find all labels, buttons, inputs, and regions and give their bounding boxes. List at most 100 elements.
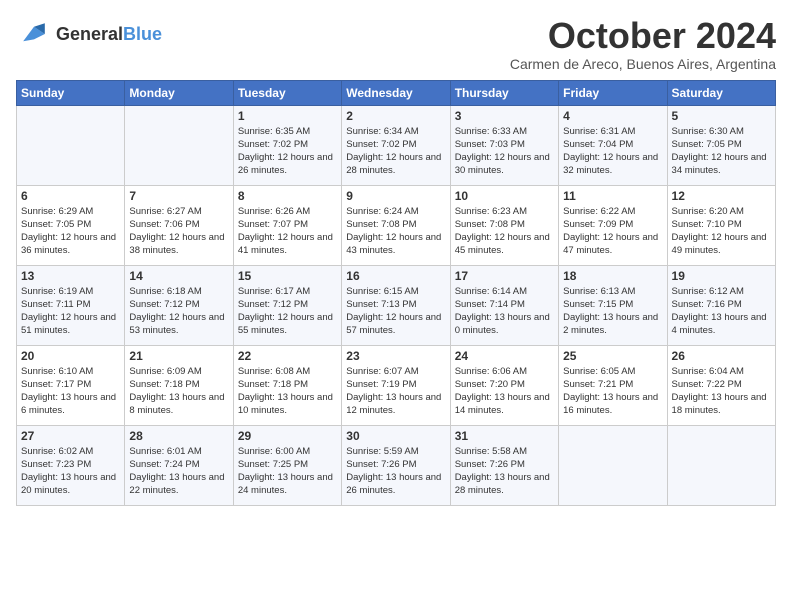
calendar-cell (125, 105, 233, 185)
day-number: 14 (129, 269, 228, 283)
calendar-week-3: 13 Sunrise: 6:19 AM Sunset: 7:11 PM Dayli… (17, 265, 776, 345)
day-header-sunday: Sunday (17, 80, 125, 105)
day-number: 24 (455, 349, 554, 363)
title-block: October 2024 Carmen de Areco, Buenos Air… (510, 16, 776, 72)
day-number: 13 (21, 269, 120, 283)
logo: GeneralBlue (16, 16, 162, 52)
day-info: Sunrise: 6:33 AM Sunset: 7:03 PM Dayligh… (455, 125, 554, 178)
day-header-tuesday: Tuesday (233, 80, 341, 105)
day-info: Sunrise: 6:18 AM Sunset: 7:12 PM Dayligh… (129, 285, 228, 338)
day-number: 29 (238, 429, 337, 443)
calendar-cell: 30 Sunrise: 5:59 AM Sunset: 7:26 PM Dayli… (342, 425, 450, 505)
calendar-cell: 7 Sunrise: 6:27 AM Sunset: 7:06 PM Daylig… (125, 185, 233, 265)
day-info: Sunrise: 6:04 AM Sunset: 7:22 PM Dayligh… (672, 365, 771, 418)
day-info: Sunrise: 6:34 AM Sunset: 7:02 PM Dayligh… (346, 125, 445, 178)
calendar-cell: 18Sunrise: 6:13 AM Sunset: 7:15 PM Dayli… (559, 265, 667, 345)
day-number: 22 (238, 349, 337, 363)
day-info: Sunrise: 6:02 AM Sunset: 7:23 PM Dayligh… (21, 445, 120, 498)
day-number: 16 (346, 269, 445, 283)
day-info: Sunrise: 6:23 AM Sunset: 7:08 PM Dayligh… (455, 205, 554, 258)
calendar-week-5: 27Sunrise: 6:02 AM Sunset: 7:23 PM Dayli… (17, 425, 776, 505)
day-info: Sunrise: 6:00 AM Sunset: 7:25 PM Dayligh… (238, 445, 337, 498)
day-number: 10 (455, 189, 554, 203)
calendar-cell: 31 Sunrise: 5:58 AM Sunset: 7:26 PM Dayli… (450, 425, 558, 505)
day-info: Sunrise: 6:30 AM Sunset: 7:05 PM Dayligh… (672, 125, 771, 178)
calendar-cell: 19 Sunrise: 6:12 AM Sunset: 7:16 PM Dayli… (667, 265, 775, 345)
calendar-cell: 24 Sunrise: 6:06 AM Sunset: 7:20 PM Dayli… (450, 345, 558, 425)
day-info: Sunrise: 6:20 AM Sunset: 7:10 PM Dayligh… (672, 205, 771, 258)
calendar-cell (667, 425, 775, 505)
day-info: Sunrise: 6:26 AM Sunset: 7:07 PM Dayligh… (238, 205, 337, 258)
calendar-cell: 12 Sunrise: 6:20 AM Sunset: 7:10 PM Dayli… (667, 185, 775, 265)
day-number: 8 (238, 189, 337, 203)
day-info: Sunrise: 6:22 AM Sunset: 7:09 PM Dayligh… (563, 205, 662, 258)
day-header-monday: Monday (125, 80, 233, 105)
day-number: 30 (346, 429, 445, 443)
day-info: Sunrise: 6:17 AM Sunset: 7:12 PM Dayligh… (238, 285, 337, 338)
calendar-cell (559, 425, 667, 505)
calendar-cell: 6 Sunrise: 6:29 AM Sunset: 7:05 PM Daylig… (17, 185, 125, 265)
page-header: GeneralBlue October 2024 Carmen de Areco… (16, 16, 776, 72)
day-number: 19 (672, 269, 771, 283)
day-number: 4 (563, 109, 662, 123)
calendar-cell: 20Sunrise: 6:10 AM Sunset: 7:17 PM Dayli… (17, 345, 125, 425)
day-number: 3 (455, 109, 554, 123)
calendar-cell: 26Sunrise: 6:04 AM Sunset: 7:22 PM Dayli… (667, 345, 775, 425)
calendar-cell: 27Sunrise: 6:02 AM Sunset: 7:23 PM Dayli… (17, 425, 125, 505)
calendar-cell: 14 Sunrise: 6:18 AM Sunset: 7:12 PM Dayli… (125, 265, 233, 345)
day-info: Sunrise: 6:05 AM Sunset: 7:21 PM Dayligh… (563, 365, 662, 418)
day-number: 11 (563, 189, 662, 203)
day-number: 31 (455, 429, 554, 443)
day-header-saturday: Saturday (667, 80, 775, 105)
day-number: 25 (563, 349, 662, 363)
calendar-cell: 29 Sunrise: 6:00 AM Sunset: 7:25 PM Dayli… (233, 425, 341, 505)
calendar-cell: 10 Sunrise: 6:23 AM Sunset: 7:08 PM Dayli… (450, 185, 558, 265)
calendar-cell: 25 Sunrise: 6:05 AM Sunset: 7:21 PM Dayli… (559, 345, 667, 425)
day-number: 5 (672, 109, 771, 123)
day-number: 21 (129, 349, 228, 363)
calendar-cell: 5 Sunrise: 6:30 AM Sunset: 7:05 PM Daylig… (667, 105, 775, 185)
calendar-week-1: 1Sunrise: 6:35 AM Sunset: 7:02 PM Daylig… (17, 105, 776, 185)
day-info: Sunrise: 6:01 AM Sunset: 7:24 PM Dayligh… (129, 445, 228, 498)
month-title: October 2024 (510, 16, 776, 56)
day-number: 23 (346, 349, 445, 363)
day-info: Sunrise: 5:59 AM Sunset: 7:26 PM Dayligh… (346, 445, 445, 498)
day-info: Sunrise: 6:06 AM Sunset: 7:20 PM Dayligh… (455, 365, 554, 418)
day-info: Sunrise: 6:12 AM Sunset: 7:16 PM Dayligh… (672, 285, 771, 338)
calendar-cell: 8 Sunrise: 6:26 AM Sunset: 7:07 PM Daylig… (233, 185, 341, 265)
calendar-cell: 23Sunrise: 6:07 AM Sunset: 7:19 PM Dayli… (342, 345, 450, 425)
calendar-cell: 13 Sunrise: 6:19 AM Sunset: 7:11 PM Dayli… (17, 265, 125, 345)
day-info: Sunrise: 6:10 AM Sunset: 7:17 PM Dayligh… (21, 365, 120, 418)
calendar-table: SundayMondayTuesdayWednesdayThursdayFrid… (16, 80, 776, 506)
calendar-header: SundayMondayTuesdayWednesdayThursdayFrid… (17, 80, 776, 105)
logo-icon (16, 16, 52, 52)
day-info: Sunrise: 6:27 AM Sunset: 7:06 PM Dayligh… (129, 205, 228, 258)
day-number: 6 (21, 189, 120, 203)
day-info: Sunrise: 6:15 AM Sunset: 7:13 PM Dayligh… (346, 285, 445, 338)
calendar-cell: 16 Sunrise: 6:15 AM Sunset: 7:13 PM Dayli… (342, 265, 450, 345)
calendar-cell: 4 Sunrise: 6:31 AM Sunset: 7:04 PM Daylig… (559, 105, 667, 185)
day-number: 7 (129, 189, 228, 203)
calendar-week-2: 6 Sunrise: 6:29 AM Sunset: 7:05 PM Daylig… (17, 185, 776, 265)
day-number: 12 (672, 189, 771, 203)
day-info: Sunrise: 6:31 AM Sunset: 7:04 PM Dayligh… (563, 125, 662, 178)
day-info: Sunrise: 6:29 AM Sunset: 7:05 PM Dayligh… (21, 205, 120, 258)
calendar-cell: 28Sunrise: 6:01 AM Sunset: 7:24 PM Dayli… (125, 425, 233, 505)
day-number: 1 (238, 109, 337, 123)
calendar-cell: 1Sunrise: 6:35 AM Sunset: 7:02 PM Daylig… (233, 105, 341, 185)
day-info: Sunrise: 6:19 AM Sunset: 7:11 PM Dayligh… (21, 285, 120, 338)
calendar-cell: 22Sunrise: 6:08 AM Sunset: 7:18 PM Dayli… (233, 345, 341, 425)
day-info: Sunrise: 6:09 AM Sunset: 7:18 PM Dayligh… (129, 365, 228, 418)
calendar-cell: 3 Sunrise: 6:33 AM Sunset: 7:03 PM Daylig… (450, 105, 558, 185)
day-number: 2 (346, 109, 445, 123)
logo-text: GeneralBlue (56, 24, 162, 45)
calendar-cell: 15Sunrise: 6:17 AM Sunset: 7:12 PM Dayli… (233, 265, 341, 345)
location: Carmen de Areco, Buenos Aires, Argentina (510, 56, 776, 72)
calendar-cell: 2 Sunrise: 6:34 AM Sunset: 7:02 PM Daylig… (342, 105, 450, 185)
day-info: Sunrise: 5:58 AM Sunset: 7:26 PM Dayligh… (455, 445, 554, 498)
calendar-cell: 11 Sunrise: 6:22 AM Sunset: 7:09 PM Dayli… (559, 185, 667, 265)
day-info: Sunrise: 6:24 AM Sunset: 7:08 PM Dayligh… (346, 205, 445, 258)
calendar-cell (17, 105, 125, 185)
day-info: Sunrise: 6:14 AM Sunset: 7:14 PM Dayligh… (455, 285, 554, 338)
calendar-cell: 9Sunrise: 6:24 AM Sunset: 7:08 PM Daylig… (342, 185, 450, 265)
